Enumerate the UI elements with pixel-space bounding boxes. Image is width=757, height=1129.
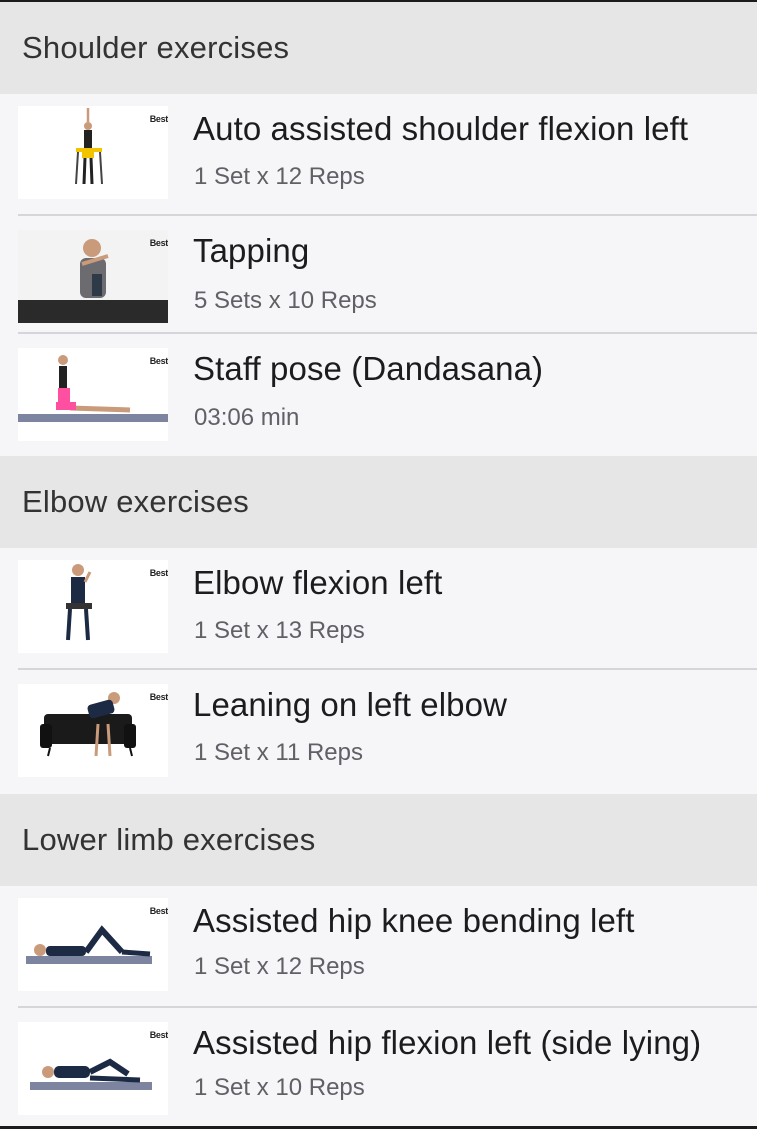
exercise-row-tapping[interactable]: Best Tapping 5 Sets x 10 Reps [0,216,757,334]
exercise-thumbnail: Best [18,560,168,653]
exercise-thumbnail: Best [18,1022,168,1115]
brand-logo: Best [149,356,168,366]
exercise-thumbnail: Best [18,348,168,441]
exercise-detail: 1 Set x 12 Reps [194,953,365,980]
section-header-lower-limb: Lower limb exercises [0,794,757,886]
exercise-detail: 5 Sets x 10 Reps [194,287,377,314]
person-at-table-tapping-icon [18,230,168,323]
exercise-row-assisted-hip-flexion-side-lying[interactable]: Best Assisted hip flexion left (side lyi… [0,1008,757,1126]
exercise-title: Elbow flexion left [193,564,443,601]
exercise-thumbnail: Best [18,898,168,991]
exercise-row-assisted-hip-knee-bending[interactable]: Best Assisted hip knee bending left 1 Se… [0,886,757,1008]
section-title: Lower limb exercises [22,822,316,857]
person-side-lying-icon [30,1058,152,1090]
exercise-detail: 03:06 min [194,404,300,431]
exercise-row-elbow-flexion[interactable]: Best Elbow flexion left 1 Set x 13 Reps [0,548,757,670]
brand-logo: Best [149,906,168,916]
exercise-detail: 1 Set x 10 Reps [194,1074,365,1101]
brand-logo: Best [149,238,168,248]
exercise-detail: 1 Set x 11 Reps [194,739,363,766]
exercise-detail: 1 Set x 12 Reps [194,163,365,190]
exercise-title: Tapping [193,232,310,269]
exercise-thumbnail: Best [18,106,168,199]
brand-logo: Best [149,692,168,702]
section-header-shoulder: Shoulder exercises [0,2,757,94]
exercise-title: Assisted hip knee bending left [193,902,635,939]
exercise-title: Assisted hip flexion left (side lying) [193,1024,702,1061]
brand-logo: Best [149,1030,168,1040]
section-title: Elbow exercises [22,484,249,519]
exercise-title: Staff pose (Dandasana) [193,350,544,387]
person-seated-elbow-bend-icon [66,564,92,641]
section-title: Shoulder exercises [22,30,290,65]
exercise-detail: 1 Set x 13 Reps [194,617,365,644]
section-header-elbow: Elbow exercises [0,456,757,548]
person-lying-knee-bend-icon [26,925,152,964]
brand-logo: Best [149,568,168,578]
person-seated-arms-raised-icon [75,108,103,185]
app-frame: Shoulder exercises Best Auto assisted sh… [0,0,757,1129]
exercise-thumbnail: Best [18,230,168,323]
exercise-row-auto-assisted-shoulder-flexion[interactable]: Best Auto assisted shoulder flexion left… [0,94,757,216]
exercise-thumbnail: Best [18,684,168,777]
exercise-row-staff-pose[interactable]: Best Staff pose (Dandasana) 03:06 min [0,334,757,456]
exercise-title: Leaning on left elbow [193,686,508,723]
exercise-row-leaning-on-left-elbow[interactable]: Best Leaning on left elbow 1 Set x 11 Re… [0,670,757,794]
brand-logo: Best [149,114,168,124]
exercise-title: Auto assisted shoulder flexion left [193,110,689,147]
person-leaning-on-sofa-icon [40,692,136,757]
person-seated-on-mat-icon [18,355,168,422]
